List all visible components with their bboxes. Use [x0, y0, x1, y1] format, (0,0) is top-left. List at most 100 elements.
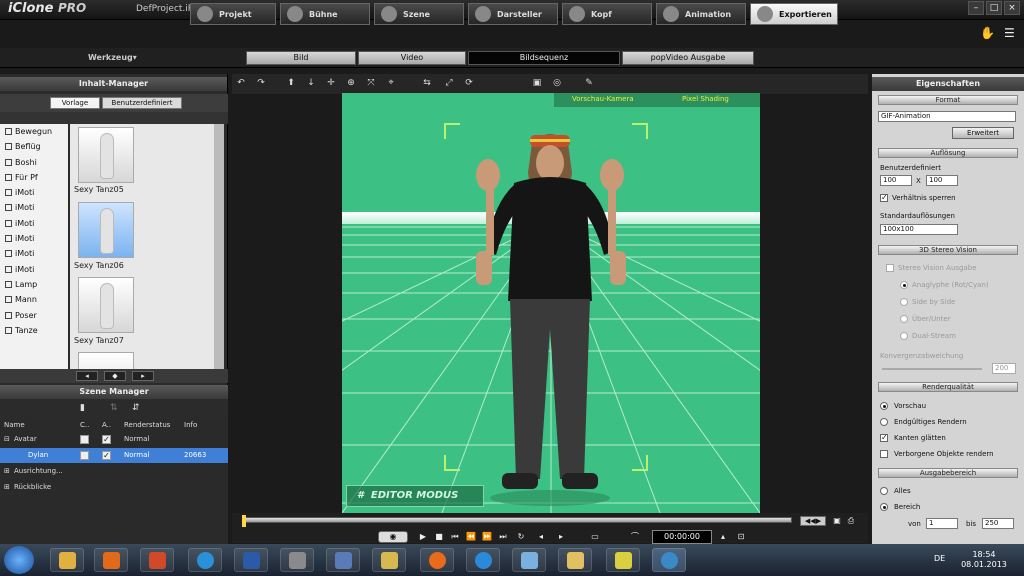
taskbar-files[interactable]: [372, 548, 406, 572]
col-renderstatus[interactable]: Renderstatus: [124, 419, 170, 431]
camera-rotate-icon[interactable]: ⟳: [464, 78, 474, 88]
record-button[interactable]: ◉: [378, 531, 408, 543]
rewind-icon[interactable]: ⏪: [466, 532, 476, 542]
ratio-checkbox[interactable]: ✓: [880, 194, 888, 202]
over-under-radio[interactable]: [900, 315, 908, 323]
tree-item[interactable]: iMoti: [0, 216, 68, 231]
tree-item[interactable]: Bewegun: [0, 124, 68, 139]
scale-icon[interactable]: ⤧: [366, 78, 376, 88]
shading-select[interactable]: Pixel Shading: [682, 95, 729, 103]
antialias-checkbox[interactable]: ✓: [880, 434, 888, 442]
subtab-bild[interactable]: Bild: [246, 51, 356, 65]
col-a[interactable]: A..: [102, 419, 111, 431]
end-icon[interactable]: ⏭: [498, 532, 508, 542]
loop-mode-icon[interactable]: ⌒: [630, 532, 640, 542]
col-info[interactable]: Info: [184, 419, 197, 431]
taskbar-word[interactable]: [234, 548, 268, 572]
taskbar-ie[interactable]: [466, 548, 500, 572]
tree-item[interactable]: Beflüg: [0, 139, 68, 154]
play-icon[interactable]: ▶: [418, 532, 428, 542]
export-snapshot-icon[interactable]: ⎙: [846, 516, 856, 526]
taskbar-folder2[interactable]: [558, 548, 592, 572]
redo-icon[interactable]: ↷: [256, 78, 266, 88]
undo-icon[interactable]: ↶: [236, 78, 246, 88]
move-icon[interactable]: ✛: [326, 78, 336, 88]
move-down-icon[interactable]: ↓: [306, 78, 316, 88]
section-ausgabebereich[interactable]: Ausgabebereich: [878, 468, 1018, 478]
taskbar-skype[interactable]: [188, 548, 222, 572]
subtab-bildsequenz[interactable]: Bildsequenz: [468, 51, 620, 65]
erweitert-button[interactable]: Erweitert: [952, 127, 1014, 139]
section-3d-stereo[interactable]: 3D Stereo Vision: [878, 245, 1018, 255]
rotate-icon[interactable]: ⊕: [346, 78, 356, 88]
table-row[interactable]: ⊞ Rückblicke: [0, 480, 228, 495]
subtab-video[interactable]: Video: [358, 51, 466, 65]
thumb-sexy-tanz07[interactable]: [78, 277, 134, 333]
tab-kopf[interactable]: Kopf: [562, 3, 652, 25]
next-frame-icon[interactable]: ▸: [556, 532, 566, 542]
tab-vorlage[interactable]: Vorlage: [50, 97, 100, 109]
col-c[interactable]: C..: [80, 419, 89, 431]
table-row[interactable]: Dylan ✓ Normal 20663: [0, 448, 228, 463]
section-renderqualitaet[interactable]: Renderqualität: [878, 382, 1018, 392]
thumb-sexy-tanz05[interactable]: [78, 127, 134, 183]
taskbar-firefox[interactable]: [420, 548, 454, 572]
apply-button[interactable]: ◆: [104, 371, 126, 381]
start-icon[interactable]: ⏮: [450, 532, 460, 542]
hidden-objects-checkbox[interactable]: [880, 450, 888, 458]
tree-item[interactable]: Tanze: [0, 323, 68, 338]
all-radio[interactable]: [880, 487, 888, 495]
prev-page-button[interactable]: ◂: [76, 371, 98, 381]
maximize-button[interactable]: □: [986, 1, 1002, 15]
tree-item[interactable]: Mann: [0, 292, 68, 307]
loop-icon[interactable]: ↻: [516, 532, 526, 542]
camera-zoom-icon[interactable]: ⤢: [444, 78, 454, 88]
tab-benutzerdefiniert[interactable]: Benutzerdefiniert: [102, 97, 182, 109]
tab-animation[interactable]: Animation: [656, 3, 746, 25]
close-button[interactable]: ×: [1004, 1, 1020, 15]
table-row[interactable]: ⊞ Ausrichtung...: [0, 464, 228, 479]
final-render-radio[interactable]: [880, 418, 888, 426]
avatar-character[interactable]: [442, 123, 652, 513]
taskbar-explorer[interactable]: [50, 548, 84, 572]
subtab-popvideo[interactable]: popVideo Ausgabe: [622, 51, 754, 65]
width-field[interactable]: 100: [880, 175, 912, 186]
camera-select[interactable]: Vorschau-Kamera: [572, 95, 634, 103]
language-indicator[interactable]: DE: [934, 554, 945, 563]
from-field[interactable]: 1: [926, 518, 958, 529]
fps-icon[interactable]: ⊡: [736, 532, 746, 542]
anaglyph-radio[interactable]: [900, 281, 908, 289]
tab-buehne[interactable]: Bühne: [280, 3, 370, 25]
taskbar-app2[interactable]: [512, 548, 546, 572]
tree-item[interactable]: iMoti: [0, 246, 68, 261]
3d-viewport[interactable]: Vorschau-Kamera Pixel Shading # EDITOR M…: [342, 93, 760, 513]
section-format[interactable]: Format: [878, 95, 1018, 105]
tab-szene[interactable]: Szene: [374, 3, 464, 25]
convergence-slider[interactable]: [882, 368, 982, 370]
prev-frame-icon[interactable]: ◂: [536, 532, 546, 542]
tree-item[interactable]: Lamp: [0, 277, 68, 292]
stereo-checkbox[interactable]: [886, 264, 894, 272]
format-select[interactable]: GIF-Animation: [878, 111, 1016, 122]
taskbar-iclone[interactable]: [652, 548, 686, 572]
tree-item[interactable]: iMoti: [0, 231, 68, 246]
timecode-spin-icon[interactable]: ▴: [718, 532, 728, 542]
camera-pan-icon[interactable]: ⇆: [422, 78, 432, 88]
paint-icon[interactable]: ✎: [584, 78, 594, 88]
tree-item[interactable]: Boshi: [0, 155, 68, 170]
link-icon[interactable]: ⇅: [110, 403, 118, 413]
start-button[interactable]: [4, 546, 34, 574]
clock[interactable]: 18:54 08.01.2013: [960, 550, 1008, 570]
hand-icon[interactable]: ✋: [980, 26, 998, 42]
content-scrollbar[interactable]: [214, 124, 224, 369]
range-button[interactable]: ◀◀▶: [800, 516, 826, 526]
table-row[interactable]: ⊟ Avatar ✓ Normal: [0, 432, 228, 447]
tree-item[interactable]: iMoti: [0, 185, 68, 200]
next-page-button[interactable]: ▸: [132, 371, 154, 381]
taskbar-app3[interactable]: [606, 548, 640, 572]
taskbar-media[interactable]: [94, 548, 128, 572]
select-icon[interactable]: ⬆: [286, 78, 296, 88]
tab-darsteller[interactable]: Darsteller: [468, 3, 558, 25]
delete-icon[interactable]: ▮: [80, 403, 85, 413]
minimize-button[interactable]: –: [968, 1, 984, 15]
